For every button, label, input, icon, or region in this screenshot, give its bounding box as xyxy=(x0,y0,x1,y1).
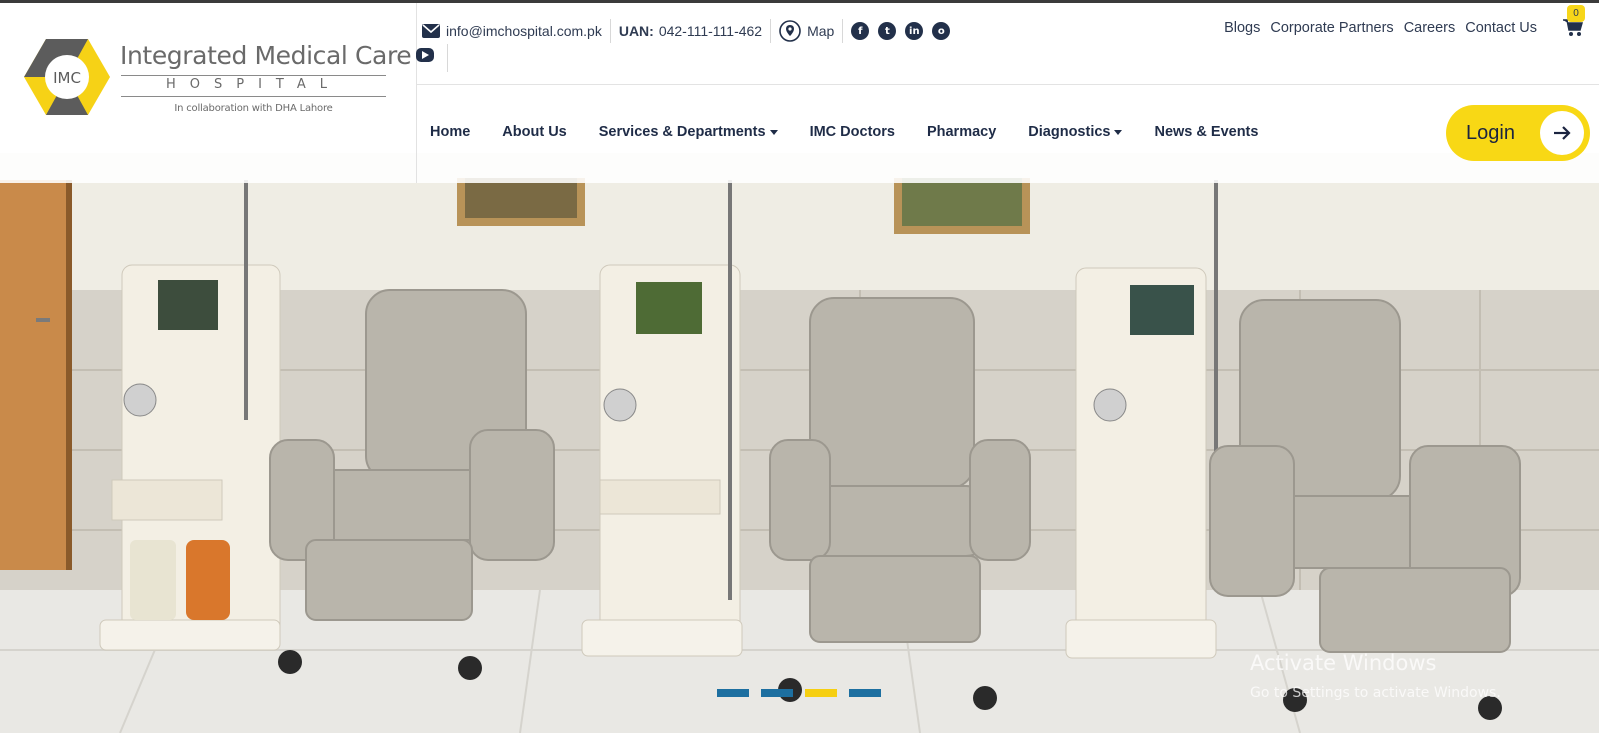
uan-number: 042-111-111-462 xyxy=(658,23,763,39)
brand-subtitle: HOSPITAL xyxy=(165,77,341,92)
login-button[interactable]: Login xyxy=(1446,105,1590,161)
top-links: Blogs Corporate Partners Careers Contact… xyxy=(1224,20,1569,36)
main-navigation: Home About Us Services & Departments IMC… xyxy=(430,124,1290,140)
nav-diagnostics-label: Diagnostics xyxy=(1028,124,1111,140)
nav-news-events-label: News & Events xyxy=(1154,124,1259,140)
cart-button[interactable] xyxy=(1563,19,1583,41)
logo[interactable]: IMC Integrated Medical Care HOSPITAL In … xyxy=(0,3,417,183)
nav-about-us-label: About Us xyxy=(502,124,567,140)
nav-bar-background xyxy=(417,153,1599,183)
map-label: Map xyxy=(807,23,835,39)
chevron-down-icon xyxy=(1114,129,1123,135)
imc-logo-icon: IMC xyxy=(24,39,110,115)
contact-separator xyxy=(609,19,611,43)
slider-dot[interactable] xyxy=(761,689,793,697)
blogs-link[interactable]: Blogs xyxy=(1224,20,1260,36)
email-link[interactable]: info@imchospital.com.pk xyxy=(422,23,602,39)
arrow-right-icon xyxy=(1540,111,1584,155)
brand-title: Integrated Medical Care xyxy=(120,41,412,70)
social-links: f t in o xyxy=(851,22,951,40)
login-label: Login xyxy=(1466,121,1515,144)
email-text: info@imchospital.com.pk xyxy=(446,23,602,39)
logo-mark-text: IMC xyxy=(53,69,81,87)
slider-dots xyxy=(717,689,881,697)
nav-imc-doctors-label: IMC Doctors xyxy=(809,124,895,140)
map-link[interactable]: Map xyxy=(779,20,834,42)
nav-home[interactable]: Home xyxy=(430,124,470,140)
nav-pharmacy[interactable]: Pharmacy xyxy=(927,124,996,140)
slider-dot[interactable] xyxy=(717,689,749,697)
nav-home-label: Home xyxy=(430,124,471,140)
contact-separator xyxy=(842,19,844,43)
envelope-icon xyxy=(422,24,440,38)
contact-us-link[interactable]: Contact Us xyxy=(1465,20,1537,36)
brand-divider-bottom xyxy=(121,96,386,97)
brand-collaboration: In collaboration with DHA Lahore xyxy=(174,103,333,114)
facebook-icon[interactable]: f xyxy=(851,22,870,40)
nav-pharmacy-label: Pharmacy xyxy=(926,124,997,140)
nav-imc-doctors[interactable]: IMC Doctors xyxy=(810,124,895,140)
nav-services-label: Services & Departments xyxy=(598,124,766,140)
header-divider xyxy=(417,84,1599,85)
twitter-icon[interactable]: t xyxy=(878,22,897,40)
nav-about-us[interactable]: About Us xyxy=(502,124,566,140)
instagram-icon[interactable]: o xyxy=(932,22,951,40)
nav-services-departments[interactable]: Services & Departments xyxy=(599,124,778,140)
uan-label: UAN: xyxy=(618,23,654,39)
linkedin-icon[interactable]: in xyxy=(905,22,924,40)
slider-dot[interactable] xyxy=(849,689,881,697)
corporate-partners-link[interactable]: Corporate Partners xyxy=(1270,20,1393,36)
slider-dot-active[interactable] xyxy=(805,689,837,697)
nav-news-events[interactable]: News & Events xyxy=(1154,124,1258,140)
contact-separator xyxy=(770,19,772,43)
careers-link[interactable]: Careers xyxy=(1404,20,1456,36)
contact-separator xyxy=(447,44,448,72)
windows-activation-title: Activate Windows xyxy=(1250,651,1437,675)
chevron-down-icon xyxy=(769,129,778,135)
windows-activation-subtitle: Go to Settings to activate Windows. xyxy=(1250,685,1501,701)
cart-count-badge: 0 xyxy=(1567,5,1585,22)
nav-diagnostics[interactable]: Diagnostics xyxy=(1028,124,1123,140)
map-pin-icon xyxy=(779,20,801,42)
contact-bar: info@imchospital.com.pk UAN: 042-111-111… xyxy=(422,18,951,44)
brand-divider-top xyxy=(121,75,386,76)
uan-link[interactable]: UAN: 042-111-111-462 xyxy=(619,23,762,39)
youtube-icon[interactable] xyxy=(416,48,434,62)
